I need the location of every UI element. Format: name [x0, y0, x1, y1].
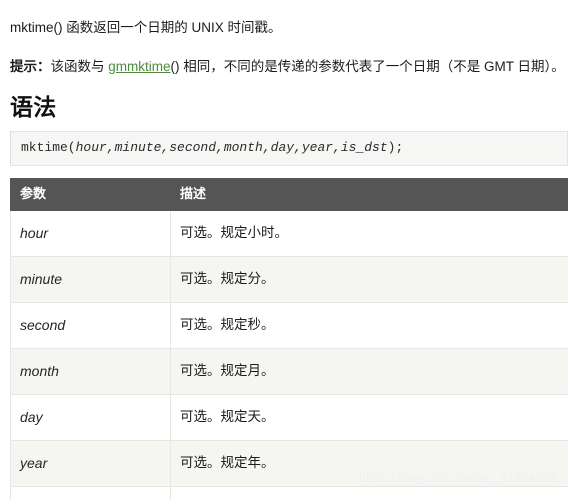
table-row: second 可选。规定秒。: [10, 302, 568, 349]
tip-text-before-link: 该函数与: [50, 59, 109, 74]
tip-label: 提示：: [10, 59, 51, 74]
param-desc-cell: 可选。如果时间在夏令时期间，则设置为 1，否则设置为 0，若未知，则设置为 -1…: [170, 486, 568, 500]
page-root: mktime() 函数返回一个日期的 UNIX 时间戳。 提示：该函数与 gmm…: [0, 0, 568, 500]
table-row: year 可选。规定年。: [10, 440, 568, 487]
code-function-close: );: [387, 140, 404, 155]
intro-paragraph-1: mktime() 函数返回一个日期的 UNIX 时间戳。: [10, 19, 282, 35]
table-head: 参数 描述: [10, 178, 568, 211]
table-header-desc: 描述: [170, 178, 568, 211]
code-arguments: hour,minute,second,month,day,year,is_dst: [75, 140, 388, 155]
param-name-cell: hour: [10, 210, 171, 257]
param-desc-cell: 可选。规定秒。: [170, 302, 568, 349]
param-name-cell: is_dst: [10, 486, 171, 500]
table-body: hour 可选。规定小时。 minute 可选。规定分。 second 可选。规…: [10, 210, 568, 500]
param-desc-cell: 可选。规定分。: [170, 256, 568, 303]
table-header-row: 参数 描述: [10, 178, 568, 211]
table-header-param: 参数: [10, 178, 171, 211]
tip-text-after-link: () 相同，不同的是传递的参数代表了一个日期（不是 GMT 日期）。: [170, 59, 565, 74]
section-heading-syntax: 语法: [10, 94, 57, 120]
param-desc-cell: 可选。规定小时。: [170, 210, 568, 257]
table-row: hour 可选。规定小时。: [10, 210, 568, 257]
param-desc-cell: 可选。规定天。: [170, 394, 568, 441]
gmmktime-link[interactable]: gmmktime: [108, 59, 170, 74]
table-row: minute 可选。规定分。: [10, 256, 568, 303]
table-row: day 可选。规定天。: [10, 394, 568, 441]
table-row: is_dst 可选。如果时间在夏令时期间，则设置为 1，否则设置为 0，若未知，…: [10, 486, 568, 500]
param-desc-cell: 可选。规定年。: [170, 440, 568, 487]
param-name-cell: day: [10, 394, 171, 441]
intro-paragraph-2: 提示：该函数与 gmmktime() 相同，不同的是传递的参数代表了一个日期（不…: [10, 52, 565, 78]
parameters-table: 参数 描述 hour 可选。规定小时。 minute 可选。规定分。 secon…: [10, 178, 568, 500]
param-name-cell: year: [10, 440, 171, 487]
code-function-open: mktime(: [21, 140, 76, 155]
intro-section: mktime() 函数返回一个日期的 UNIX 时间戳。 提示：该函数与 gmm…: [0, 14, 568, 79]
param-desc-cell: 可选。规定月。: [170, 348, 568, 395]
param-name-cell: minute: [10, 256, 171, 303]
param-name-cell: second: [10, 302, 171, 349]
syntax-code-block: mktime(hour,minute,second,month,day,year…: [10, 131, 568, 166]
table-row: month 可选。规定月。: [10, 348, 568, 395]
param-name-cell: month: [10, 348, 171, 395]
